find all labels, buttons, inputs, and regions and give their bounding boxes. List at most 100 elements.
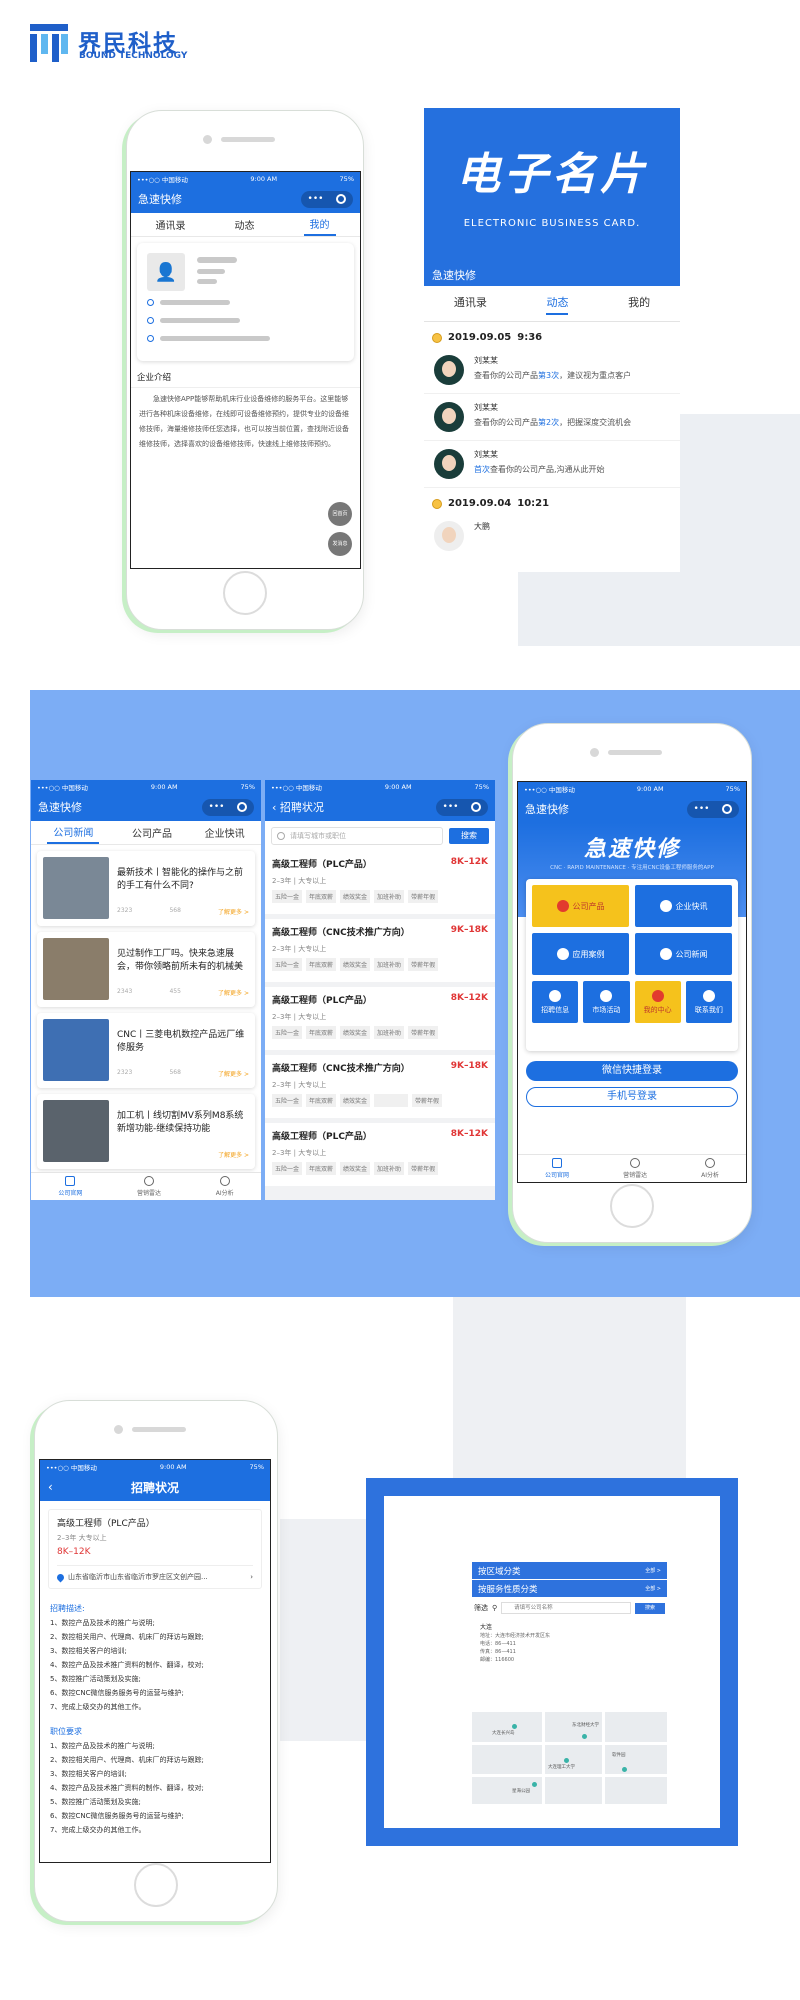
tabbar-radar[interactable]: 营销雷达: [137, 1176, 161, 1197]
avatar: [434, 449, 464, 479]
job-item[interactable]: 高级工程师（PLC产品） 8K–12K 2–3年 | 大专以上 五险一金 年底双薪绩…: [265, 1123, 495, 1191]
tile-cases[interactable]: 应用案例: [532, 933, 629, 975]
back-icon[interactable]: ‹: [48, 1480, 53, 1494]
back-icon[interactable]: ‹: [272, 801, 280, 814]
home-screen: •••○○ 中国移动 9:00 AM 75% 急速快修 ••• 急速快修 CNC …: [517, 781, 747, 1183]
map-marker[interactable]: [512, 1724, 517, 1729]
ecard-panel: 电子名片 ELECTRONIC BUSINESS CARD. 急速快修 通讯录 …: [424, 108, 680, 572]
map-marker[interactable]: [622, 1767, 627, 1772]
location-icon: [55, 1572, 66, 1582]
box-icon: [556, 900, 569, 912]
carrier-label: •••○○ 中国移动: [137, 175, 188, 184]
nav-bar: ‹ 招聘状况 •••: [265, 793, 495, 821]
map-marker[interactable]: [582, 1734, 587, 1739]
category-region[interactable]: 按区域分类 全部 >: [472, 1562, 667, 1580]
company-search-input[interactable]: 请填写公司名称: [501, 1602, 631, 1614]
address-row[interactable]: 山东省临沂市山东省临沂市罗庄区文创产园... ›: [55, 1565, 253, 1582]
news-icon: [659, 948, 672, 960]
tile-jobs[interactable]: 招聘信息: [532, 981, 579, 1023]
home-fab-button[interactable]: 回首页: [328, 502, 352, 526]
tab-mine[interactable]: 我的: [303, 213, 336, 236]
home-button[interactable]: [223, 571, 267, 615]
feed-item[interactable]: 刘某某 查看你的公司产品第2次，把握深度交流机会: [424, 394, 680, 441]
read-more-link[interactable]: 了解更多 >: [218, 988, 249, 997]
phone-row[interactable]: [147, 299, 230, 306]
tile-events[interactable]: 市场活动: [583, 981, 630, 1023]
app-title: 急速快修: [525, 803, 569, 816]
job-item[interactable]: 高级工程师（PLC产品） 8K–12K 2–3年 | 大专以上 五险一金 年底双薪绩…: [265, 987, 495, 1055]
capsule-menu-button[interactable]: •••: [301, 190, 353, 208]
feed-item[interactable]: 刘某某 首次查看你的公司产品,沟通从此开始: [424, 441, 680, 488]
news-item[interactable]: CNC丨三菱电机数控产品远厂维修服务 2323 568 了解更多 >: [37, 1013, 255, 1088]
capsule-menu-button[interactable]: •••: [436, 798, 488, 816]
close-ring-icon[interactable]: [237, 802, 248, 812]
nav-bar: 急速快修 •••: [131, 185, 360, 213]
map-screen: 按区域分类 全部 > 按服务性质分类 全部 > 筛选 ⚲ 请填写公司名称 搜索 大连…: [472, 1562, 667, 1804]
tab-mine[interactable]: 我的: [628, 294, 650, 315]
headset-icon: [702, 989, 715, 1002]
tabbar-ai[interactable]: AI分析: [701, 1158, 719, 1179]
status-bar: •••○○ 中国移动 9:00 AM 75%: [518, 782, 746, 795]
job-item[interactable]: 高级工程师（CNC技术推广方向） 9K–18K 2–3年 | 大专以上 五险一金年…: [265, 919, 495, 987]
category-service[interactable]: 按服务性质分类 全部 >: [472, 1580, 667, 1598]
close-ring-icon[interactable]: [336, 194, 347, 204]
page-title: 招聘状况: [279, 801, 324, 814]
home-button[interactable]: [610, 1184, 654, 1228]
wechat-login-button[interactable]: 微信快捷登录: [526, 1061, 738, 1081]
map-frame-inner: 按区域分类 全部 > 按服务性质分类 全部 > 筛选 ⚲ 请填写公司名称 搜索 大连…: [384, 1496, 720, 1828]
desc-list: 1、数控产品及技术的推广与说明; 2、数控相关用户、代理商、机床厂的拜访与跟踪; 3…: [50, 1619, 204, 1711]
tile-company-products[interactable]: 公司产品: [532, 885, 629, 927]
map-marker[interactable]: [532, 1782, 537, 1787]
news-item[interactable]: 最新技术丨智能化的操作与之前的手工有什么不同? 2323 568 了解更多 >: [37, 851, 255, 926]
close-ring-icon[interactable]: [471, 802, 482, 812]
feed-item[interactable]: 大鹏: [424, 513, 680, 551]
more-icon[interactable]: •••: [308, 194, 324, 204]
tab-feed[interactable]: 动态: [546, 294, 569, 315]
search-button[interactable]: 搜索: [449, 828, 489, 844]
read-more-link[interactable]: 了解更多 >: [218, 907, 249, 916]
email-row[interactable]: [147, 317, 240, 324]
news-item[interactable]: 加工机丨线切割MV系列M8系统新增功能-继续保持功能 了解更多 >: [37, 1094, 255, 1169]
read-more-link[interactable]: 了解更多 >: [218, 1150, 249, 1159]
tab-contacts[interactable]: 通讯录: [454, 294, 487, 315]
phone-job-detail: •••○○ 中国移动 9:00 AM 75% ‹ 招聘状况 高级工程师（PLC产品…: [34, 1400, 278, 1922]
tab-feed[interactable]: 动态: [235, 217, 255, 232]
job-detail-screen: •••○○ 中国移动 9:00 AM 75% ‹ 招聘状况 高级工程师（PLC产品…: [39, 1459, 271, 1863]
tab-company-products[interactable]: 公司产品: [132, 825, 172, 840]
job-item[interactable]: 高级工程师（CNC技术推广方向） 9K–18K 2–3年 | 大专以上 五险一金年…: [265, 1055, 495, 1123]
tile-my-center[interactable]: 我的中心: [634, 981, 681, 1023]
tile-flash-news[interactable]: 企业快讯: [635, 885, 732, 927]
phone-home: •••○○ 中国移动 9:00 AM 75% 急速快修 ••• 急速快修 CNC …: [512, 723, 752, 1243]
news-item[interactable]: 见过制作工厂吗。快来急速展会，带你领略前所未有的机械美 2343 455 了解更多 …: [37, 932, 255, 1007]
gear-icon: [659, 900, 672, 912]
feed-item[interactable]: 刘某某 查看你的公司产品第3次，建议视为重点客户: [424, 347, 680, 394]
capsule-menu-button[interactable]: •••: [202, 798, 254, 816]
tabbar-radar[interactable]: 营销雷达: [623, 1158, 647, 1179]
map-view[interactable]: 大连长兴岛 东北财经大学 大连理工大学 软件园 星海公园: [472, 1712, 667, 1804]
tabbar-ai[interactable]: AI分析: [216, 1176, 234, 1197]
job-item[interactable]: 高级工程师（PLC产品） 8K–12K 2–3年 | 大专以上 五险一金 年底双薪绩…: [265, 851, 495, 919]
tab-contacts[interactable]: 通讯录: [156, 217, 186, 232]
tabbar-website[interactable]: 公司官网: [58, 1176, 82, 1197]
read-more-link[interactable]: 了解更多 >: [218, 1069, 249, 1078]
tab-company-news[interactable]: 公司新闻: [47, 821, 100, 844]
message-fab-button[interactable]: 发消息: [328, 532, 352, 556]
search-button[interactable]: 搜索: [635, 1602, 665, 1614]
address-row[interactable]: [147, 335, 270, 342]
tabbar-website[interactable]: 公司官网: [545, 1158, 569, 1179]
phone-login-button[interactable]: 手机号登录: [526, 1087, 738, 1107]
mail-icon: [147, 317, 154, 324]
tab-flash-news[interactable]: 企业快讯: [205, 825, 245, 840]
intro-text: 急速快修APP能够帮助机床行业设备维修的服务平台。这里能够进行各种机床设备维修，…: [139, 395, 349, 448]
capsule-menu-button[interactable]: •••: [687, 800, 739, 818]
camera-icon: [203, 135, 212, 144]
map-marker[interactable]: [564, 1758, 569, 1763]
ecard-title: 电子名片: [456, 149, 648, 200]
close-ring-icon[interactable]: [722, 804, 733, 814]
radar-icon: [144, 1176, 155, 1186]
search-input[interactable]: 请填写城市或职位: [271, 827, 443, 845]
home-button[interactable]: [134, 1863, 178, 1907]
website-icon: [65, 1176, 76, 1186]
tile-contact-us[interactable]: 联系我们: [685, 981, 732, 1023]
tile-company-news[interactable]: 公司新闻: [635, 933, 732, 975]
